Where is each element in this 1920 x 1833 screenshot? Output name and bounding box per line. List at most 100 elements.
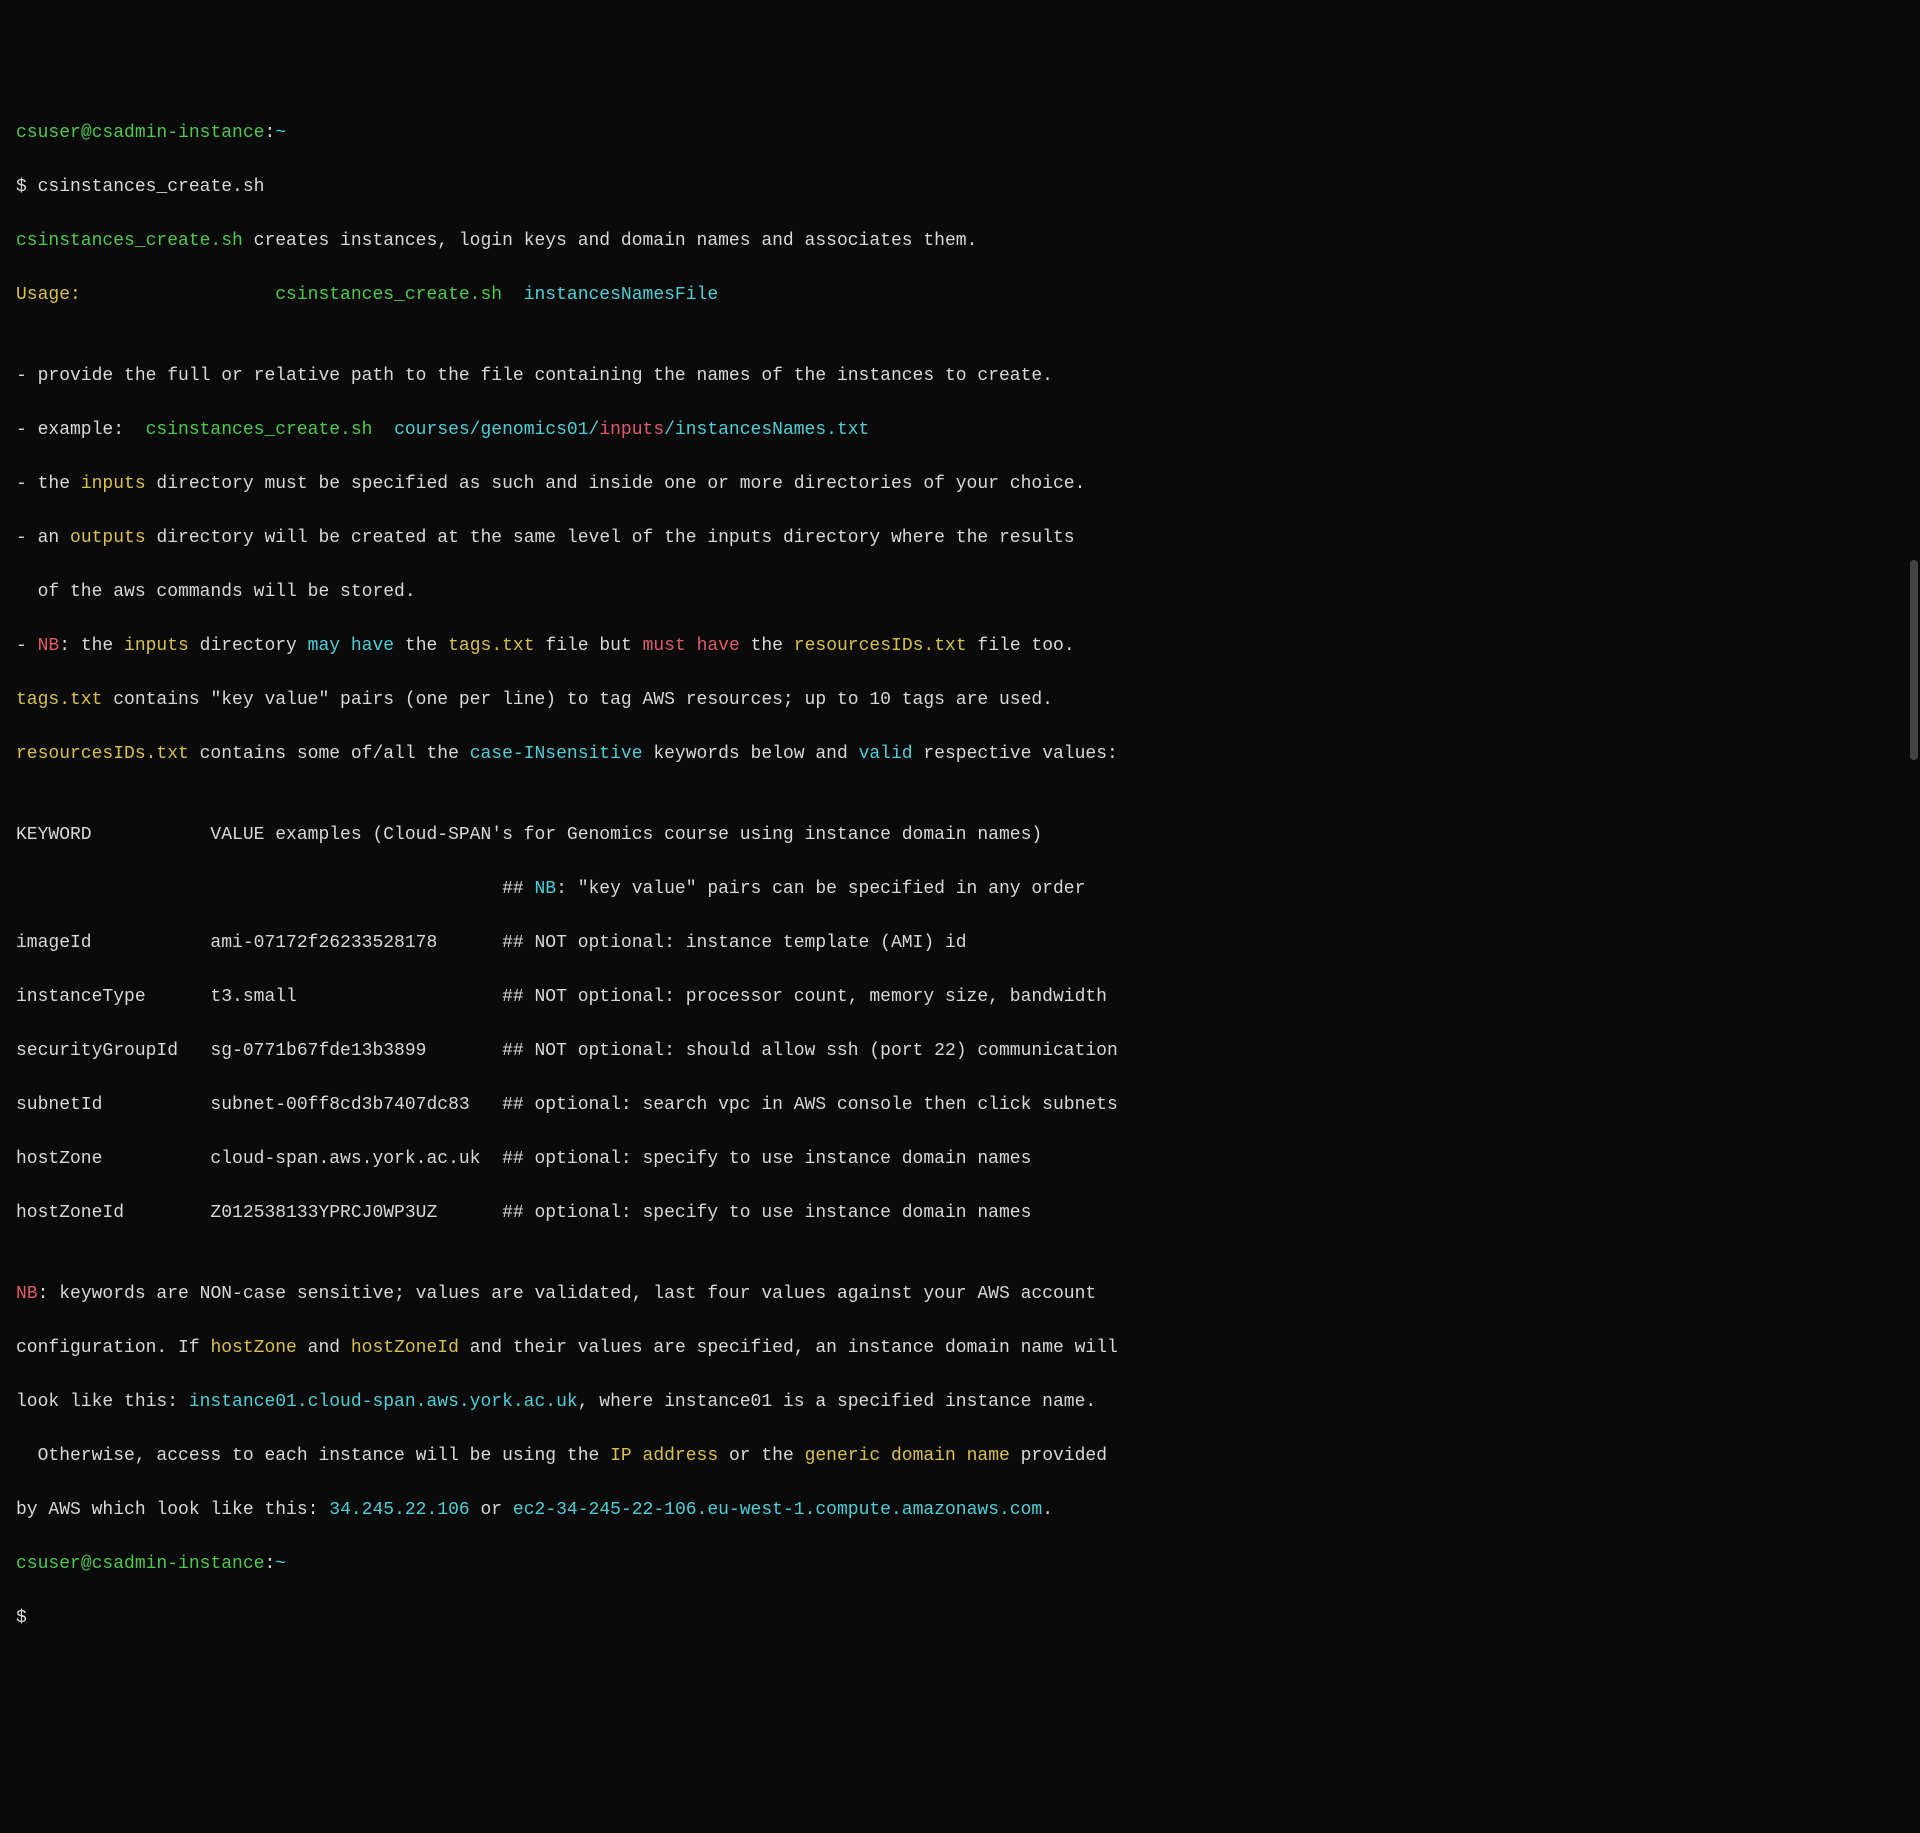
tags-file: tags.txt <box>16 690 102 710</box>
output-text: configuration. If <box>16 1338 210 1358</box>
nb-keyword: NB <box>534 879 556 899</box>
output-text: : the <box>59 636 124 656</box>
output-text: contains "key value" pairs (one per line… <box>102 690 1053 710</box>
hostzoneid-keyword: hostZoneId <box>351 1338 459 1358</box>
output-text: . <box>1042 1500 1053 1520</box>
prompt-at: @ <box>81 1554 92 1574</box>
output-text: keywords below and <box>643 744 859 764</box>
terminal-line: by AWS which look like this: 34.245.22.1… <box>16 1497 1904 1524</box>
table-row: securityGroupId sg-0771b67fde13b3899 ## … <box>16 1038 1904 1065</box>
ip-example: 34.245.22.106 <box>329 1500 469 1520</box>
resources-file: resourcesIDs.txt <box>794 636 967 656</box>
table-header: KEYWORD VALUE examples (Cloud-SPAN's for… <box>16 822 1904 849</box>
resources-file: resourcesIDs.txt <box>16 744 189 764</box>
output-text: directory will be created at the same le… <box>146 528 1075 548</box>
prompt-path: ~ <box>275 123 286 143</box>
terminal-line: csuser@csadmin-instance:~ <box>16 120 1904 147</box>
output-text: : "key value" pairs can be specified in … <box>556 879 1085 899</box>
script-name: csinstances_create.sh <box>146 420 373 440</box>
generic-domain-label: generic domain name <box>805 1446 1010 1466</box>
command-text: csinstances_create.sh <box>38 177 265 197</box>
terminal-line: look like this: instance01.cloud-span.aw… <box>16 1389 1904 1416</box>
prompt-host: csadmin-instance <box>92 1554 265 1574</box>
script-name: csinstances_create.sh <box>16 231 243 251</box>
output-text: and <box>297 1338 351 1358</box>
prompt-path: ~ <box>275 1554 286 1574</box>
terminal-line: - example: csinstances_create.sh courses… <box>16 417 1904 444</box>
terminal-line: - NB: the inputs directory may have the … <box>16 633 1904 660</box>
terminal-line: configuration. If hostZone and hostZoneI… <box>16 1335 1904 1362</box>
case-insensitive: case-INsensitive <box>470 744 643 764</box>
script-name: csinstances_create.sh <box>275 285 502 305</box>
terminal-line: - provide the full or relative path to t… <box>16 363 1904 390</box>
tags-file: tags.txt <box>448 636 534 656</box>
table-row: hostZoneId Z012538133YPRCJ0WP3UZ ## opti… <box>16 1200 1904 1227</box>
output-text: - example: <box>16 420 146 440</box>
ip-address-label: IP address <box>610 1446 718 1466</box>
terminal-line: $ csinstances_create.sh <box>16 174 1904 201</box>
output-text: Otherwise, access to each instance will … <box>16 1446 610 1466</box>
hostzone-keyword: hostZone <box>210 1338 296 1358</box>
terminal-line: csuser@csadmin-instance:~ <box>16 1551 1904 1578</box>
output-text: contains some of/all the <box>189 744 470 764</box>
output-text: creates instances, login keys and domain… <box>243 231 978 251</box>
valid-keyword: valid <box>859 744 913 764</box>
usage-label: Usage: <box>16 285 81 305</box>
scrollbar[interactable] <box>1908 0 1918 1011</box>
terminal-line: tags.txt contains "key value" pairs (one… <box>16 687 1904 714</box>
output-text: , where instance01 is a specified instan… <box>578 1392 1096 1412</box>
output-text: - the <box>16 474 81 494</box>
scrollbar-thumb[interactable] <box>1910 560 1918 760</box>
path-text: /instancesNames.txt <box>664 420 869 440</box>
usage-arg: instancesNamesFile <box>502 285 718 305</box>
output-text: - an <box>16 528 70 548</box>
table-row: subnetId subnet-00ff8cd3b7407dc83 ## opt… <box>16 1092 1904 1119</box>
terminal-line: - an outputs directory will be created a… <box>16 525 1904 552</box>
output-text: the <box>394 636 448 656</box>
terminal-line: ## NB: "key value" pairs can be specifie… <box>16 876 1904 903</box>
domain-example: ec2-34-245-22-106.eu-west-1.compute.amaz… <box>513 1500 1042 1520</box>
inputs-keyword: inputs <box>599 420 664 440</box>
prompt-colon: : <box>264 123 275 143</box>
inputs-keyword: inputs <box>81 474 146 494</box>
output-text: directory must be specified as such and … <box>146 474 1086 494</box>
pad <box>81 285 275 305</box>
terminal-line: Otherwise, access to each instance will … <box>16 1443 1904 1470</box>
prompt-user: csuser <box>16 123 81 143</box>
inputs-keyword: inputs <box>124 636 189 656</box>
terminal-line: resourcesIDs.txt contains some of/all th… <box>16 741 1904 768</box>
prompt-colon: : <box>264 1554 275 1574</box>
pad: ## <box>16 879 534 899</box>
prompt-dollar[interactable]: $ <box>16 1605 1904 1632</box>
output-text: the <box>740 636 794 656</box>
output-text: directory <box>189 636 308 656</box>
must-have: must have <box>643 636 740 656</box>
output-text: file too. <box>967 636 1075 656</box>
outputs-keyword: outputs <box>70 528 146 548</box>
output-text: - <box>16 636 38 656</box>
output-text: look like this: <box>16 1392 189 1412</box>
prompt-user: csuser <box>16 1554 81 1574</box>
terminal-line: NB: keywords are NON-case sensitive; val… <box>16 1281 1904 1308</box>
may-have: may have <box>308 636 394 656</box>
domain-example: instance01.cloud-span.aws.york.ac.uk <box>189 1392 578 1412</box>
table-row: imageId ami-07172f26233528178 ## NOT opt… <box>16 930 1904 957</box>
path-text: courses/genomics01/ <box>372 420 599 440</box>
prompt-host: csadmin-instance <box>92 123 265 143</box>
prompt-dollar: $ <box>16 177 38 197</box>
terminal-line: csinstances_create.sh creates instances,… <box>16 228 1904 255</box>
terminal-line: - the inputs directory must be specified… <box>16 471 1904 498</box>
output-text: by AWS which look like this: <box>16 1500 329 1520</box>
prompt-at: @ <box>81 123 92 143</box>
output-text: or <box>470 1500 513 1520</box>
terminal-line: of the aws commands will be stored. <box>16 579 1904 606</box>
output-text: respective values: <box>913 744 1118 764</box>
table-row: hostZone cloud-span.aws.york.ac.uk ## op… <box>16 1146 1904 1173</box>
output-text: : keywords are NON-case sensitive; value… <box>38 1284 1097 1304</box>
output-text: provided <box>1010 1446 1107 1466</box>
output-text: and their values are specified, an insta… <box>459 1338 1118 1358</box>
terminal-line: Usage: csinstances_create.sh instancesNa… <box>16 282 1904 309</box>
table-row: instanceType t3.small ## NOT optional: p… <box>16 984 1904 1011</box>
nb-keyword: NB <box>16 1284 38 1304</box>
output-text: file but <box>535 636 643 656</box>
